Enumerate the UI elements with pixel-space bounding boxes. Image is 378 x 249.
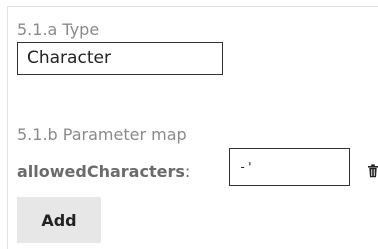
type-select[interactable]: Character <box>17 42 223 75</box>
param-key-row: allowedCharacters: <box>17 162 190 182</box>
param-key-name: allowedCharacters <box>17 162 185 181</box>
parameter-map-label: 5.1.b Parameter map <box>17 125 187 144</box>
form-panel: 5.1.a Type Character 5.1.b Parameter map… <box>7 6 378 249</box>
param-key-separator: : <box>184 162 191 181</box>
add-button[interactable]: Add <box>17 197 101 243</box>
type-section-label: 5.1.a Type <box>17 20 100 39</box>
param-value-input[interactable]: -' <box>229 148 350 186</box>
trash-icon[interactable] <box>365 163 378 179</box>
